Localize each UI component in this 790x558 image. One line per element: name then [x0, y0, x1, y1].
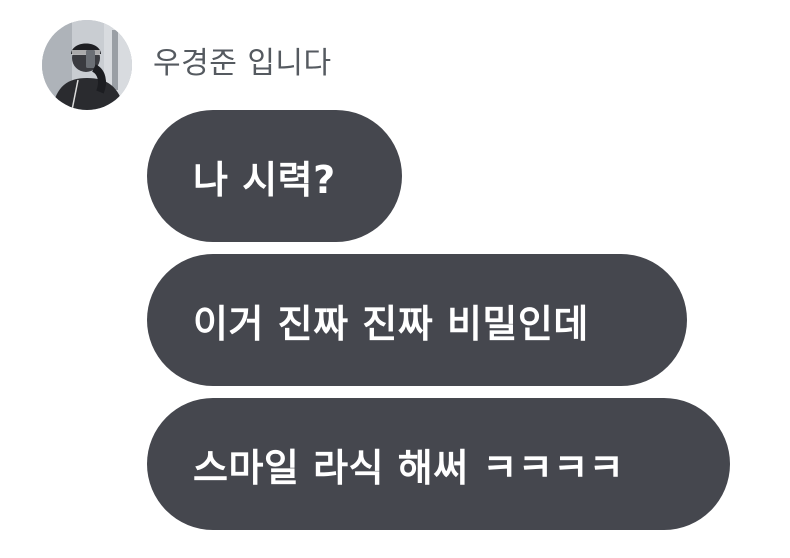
message-bubble[interactable]: 나 시력? [147, 110, 402, 242]
chat-thread: 우경준 입니다 나 시력? 이거 진짜 진짜 비밀인데 스마일 라식 해써 ㅋㅋ… [0, 0, 790, 558]
avatar-photo-icon [42, 20, 132, 110]
message-text: 스마일 라식 해써 ㅋㅋㅋㅋ [193, 445, 625, 490]
message-bubble[interactable]: 스마일 라식 해써 ㅋㅋㅋㅋ [147, 398, 730, 530]
message-text: 이거 진짜 진짜 비밀인데 [193, 301, 589, 346]
sender-name: 우경준 입니다 [153, 46, 332, 81]
sender-avatar[interactable] [42, 20, 132, 110]
message-bubble[interactable]: 이거 진짜 진짜 비밀인데 [147, 254, 687, 386]
message-text: 나 시력? [193, 157, 336, 202]
